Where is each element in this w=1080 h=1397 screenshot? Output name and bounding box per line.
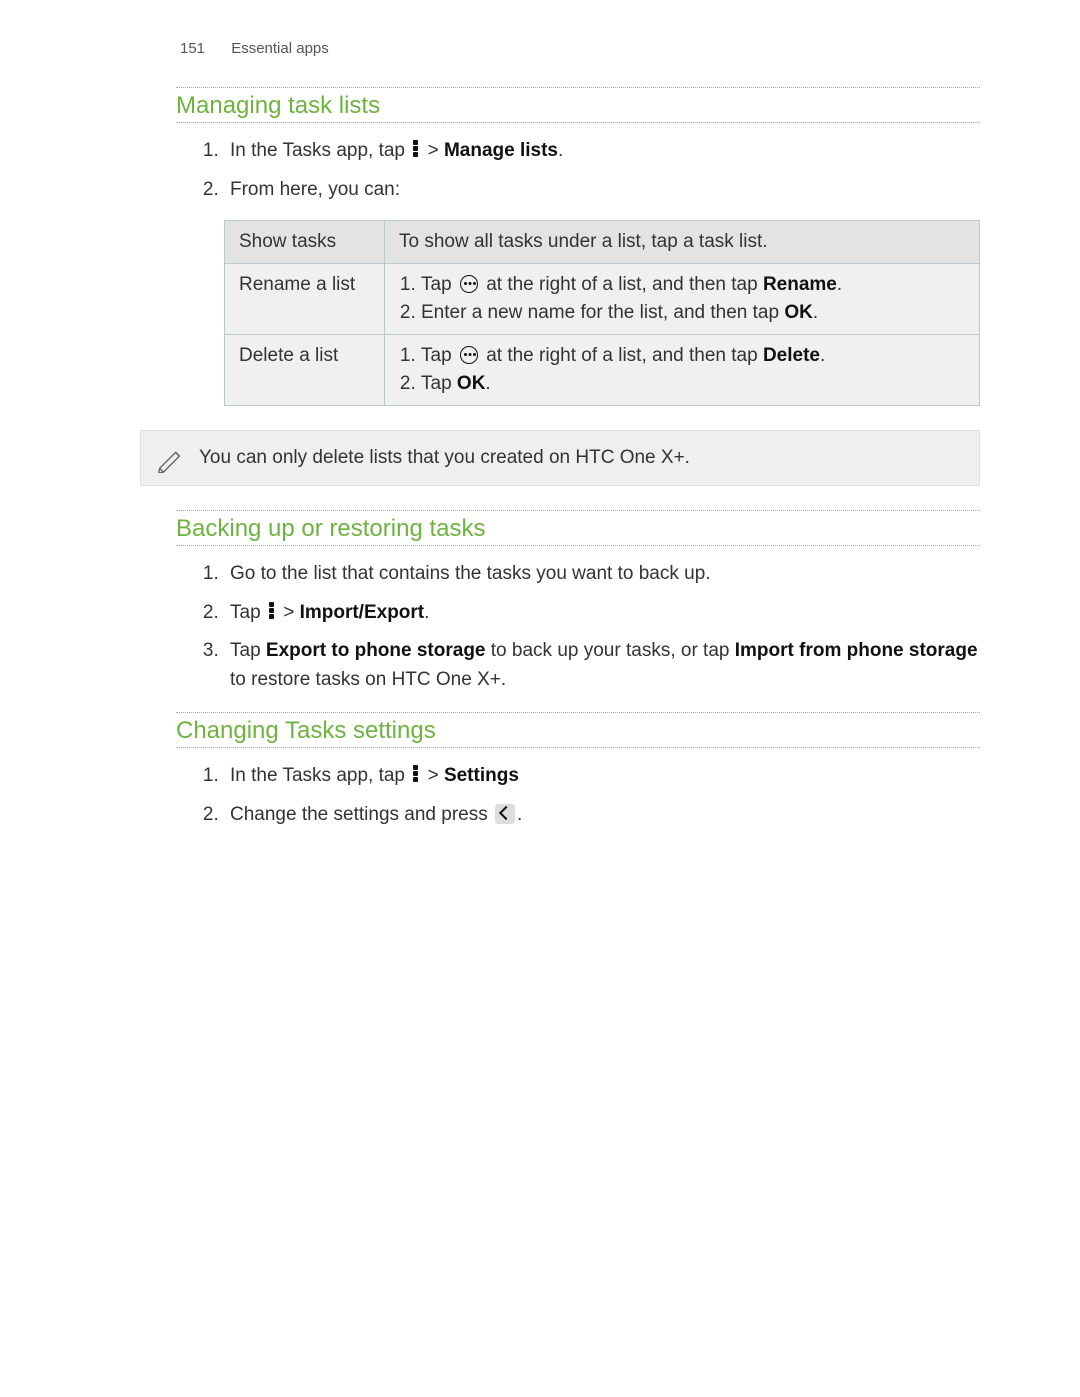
substep: Enter a new name for the list, and then … — [421, 302, 965, 324]
table-row-label: Show tasks — [225, 221, 385, 264]
more-options-icon — [460, 275, 478, 293]
substep: Tap OK. — [421, 373, 965, 395]
table-row-label: Delete a list — [225, 335, 385, 406]
step: Go to the list that contains the tasks y… — [224, 560, 980, 589]
step: In the Tasks app, tap > Manage lists. — [224, 137, 980, 166]
overflow-menu-icon — [413, 140, 419, 158]
steps-backing-up: Go to the list that contains the tasks y… — [100, 560, 980, 694]
step: From here, you can: — [224, 176, 980, 205]
step: Tap Export to phone storage to back up y… — [224, 637, 980, 694]
back-icon — [495, 804, 515, 824]
heading-changing-settings: Changing Tasks settings — [176, 712, 980, 748]
note-callout: You can only delete lists that you creat… — [140, 430, 980, 486]
table-cell: To show all tasks under a list, tap a ta… — [385, 221, 980, 264]
steps-changing-settings: In the Tasks app, tap > Settings Change … — [100, 762, 980, 829]
page-number: 151 — [180, 40, 205, 57]
page-header: 151 Essential apps — [100, 40, 980, 57]
overflow-menu-icon — [269, 602, 275, 620]
steps-managing-task-lists: In the Tasks app, tap > Manage lists. Fr… — [100, 137, 980, 204]
document-page: 151 Essential apps Managing task lists I… — [0, 0, 1080, 885]
step: Change the settings and press . — [224, 801, 980, 830]
table-cell: Tap at the right of a list, and then tap… — [385, 264, 980, 335]
substep: Tap at the right of a list, and then tap… — [421, 274, 965, 296]
chapter-title: Essential apps — [231, 40, 329, 57]
table-row-label: Rename a list — [225, 264, 385, 335]
step: In the Tasks app, tap > Settings — [224, 762, 980, 791]
note-text: You can only delete lists that you creat… — [199, 447, 690, 468]
heading-managing-task-lists: Managing task lists — [176, 87, 980, 123]
table-cell: Tap at the right of a list, and then tap… — [385, 335, 980, 406]
substep: Tap at the right of a list, and then tap… — [421, 345, 965, 367]
task-list-actions-table: Show tasks To show all tasks under a lis… — [224, 220, 980, 406]
pencil-icon — [155, 443, 185, 473]
step: Tap > Import/Export. — [224, 599, 980, 628]
more-options-icon — [460, 346, 478, 364]
overflow-menu-icon — [413, 765, 419, 783]
heading-backing-up: Backing up or restoring tasks — [176, 510, 980, 546]
